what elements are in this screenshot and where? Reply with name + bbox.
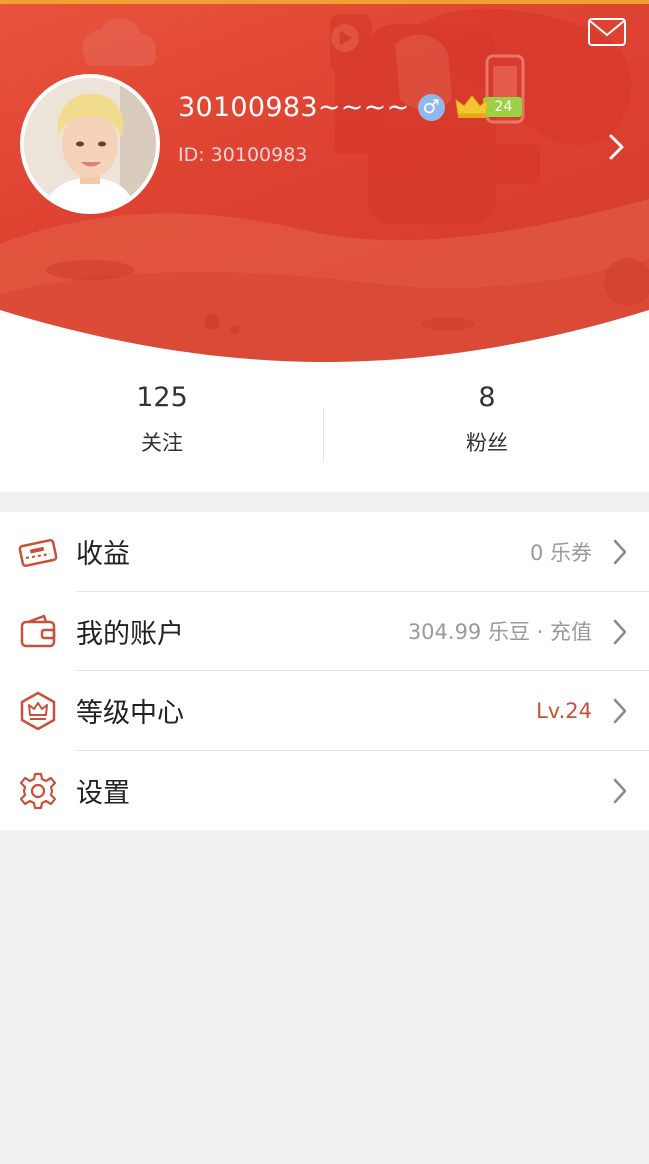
chevron-right-icon	[613, 778, 627, 803]
chevron-right-icon[interactable]	[607, 132, 627, 162]
menu-item-level-center[interactable]: 等级中心 Lv.24	[0, 671, 649, 751]
following-stat[interactable]: 125 关注	[0, 364, 324, 492]
menu-item-earnings-value: 0 乐券	[529, 540, 592, 565]
menu-item-account-label: 我的账户	[76, 618, 184, 650]
menu-item-settings-label: 设置	[76, 777, 130, 809]
profile-header: 30100983~~~~ ♂ 24 ID: 30100983	[0, 4, 649, 364]
menu-item-level-center-label: 等级中心	[76, 698, 184, 730]
avatar[interactable]	[20, 74, 160, 214]
menu-item-account-value: 304.99 乐豆 · 充值	[407, 620, 592, 645]
chevron-right-icon	[613, 619, 627, 644]
wallet-icon	[20, 614, 56, 647]
menu-item-account[interactable]: 我的账户 304.99 乐豆 · 充值	[0, 592, 649, 671]
username: 30100983~~~~	[178, 91, 410, 123]
following-count: 125	[136, 382, 188, 413]
menu-item-earnings[interactable]: 收益 0 乐券	[0, 512, 649, 592]
followers-label: 粉丝	[466, 431, 508, 455]
followers-count: 8	[478, 382, 496, 413]
level-badge: 24	[454, 95, 523, 118]
following-label: 关注	[141, 431, 183, 455]
male-icon: ♂	[417, 93, 445, 121]
user-id: ID: 30100983	[178, 144, 308, 166]
followers-stat[interactable]: 8 粉丝	[325, 364, 649, 492]
gear-icon	[19, 772, 57, 809]
chevron-right-icon	[613, 539, 627, 565]
level-crown-icon	[20, 691, 56, 731]
stats-panel: 125 关注 8 粉丝	[0, 364, 649, 492]
chevron-right-icon	[613, 698, 627, 724]
menu-item-earnings-label: 收益	[76, 539, 130, 571]
settings-menu: 收益 0 乐券 我的账户 304.99 乐豆 · 充值 等级中心 Lv.24 设…	[0, 512, 649, 830]
username-row: 30100983~~~~ ♂ 24	[178, 88, 523, 126]
menu-item-settings[interactable]: 设置	[0, 751, 649, 831]
mail-icon[interactable]	[587, 16, 627, 48]
crown-icon	[454, 95, 489, 118]
ticket-icon	[18, 538, 58, 568]
menu-item-level-value: Lv.24	[536, 698, 592, 723]
stats-divider	[323, 408, 324, 462]
